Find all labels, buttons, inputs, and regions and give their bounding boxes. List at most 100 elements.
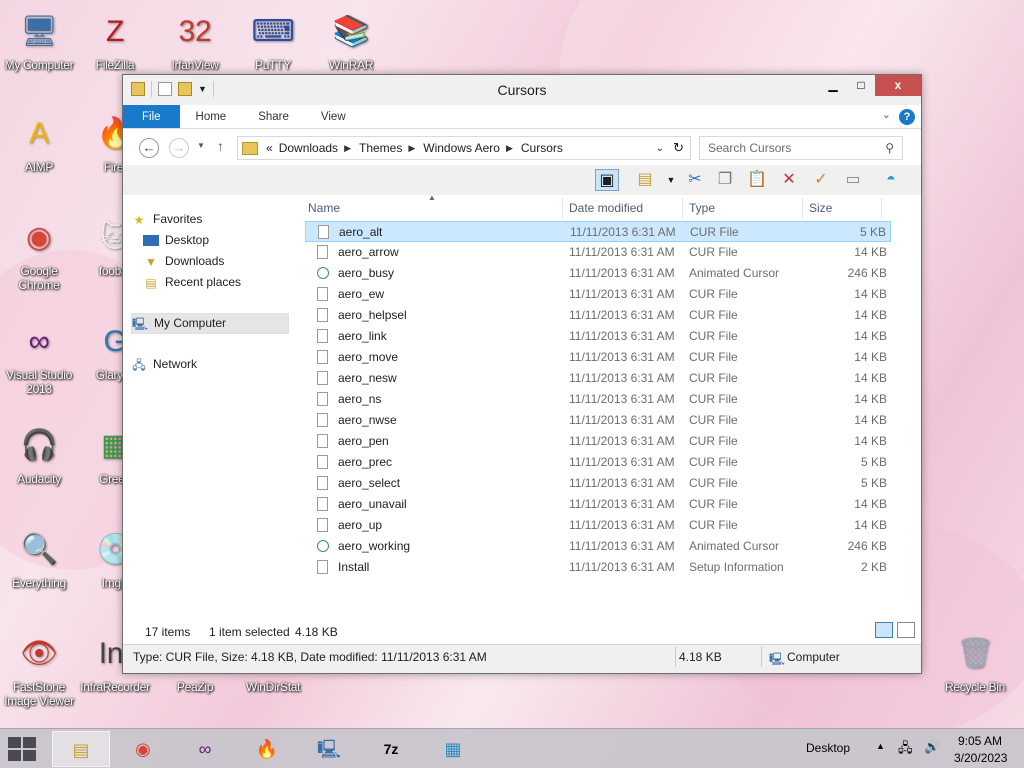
search-input[interactable]: Search Cursors ⚲ bbox=[699, 136, 903, 160]
taskbar-firefox[interactable]: 🔥 bbox=[238, 731, 296, 767]
delete-icon[interactable]: ✕ bbox=[777, 169, 801, 191]
column-header-date[interactable]: Date modified bbox=[569, 201, 643, 215]
column-header-type[interactable]: Type bbox=[689, 201, 715, 215]
table-row[interactable]: aero_pen 11/11/2013 6:31 AM CUR File 14 KB bbox=[305, 431, 891, 452]
divider[interactable] bbox=[881, 198, 882, 218]
desktop-icon-aimp[interactable]: A AIMP bbox=[0, 110, 78, 174]
table-row[interactable]: aero_arrow 11/11/2013 6:31 AM CUR File 14 K… bbox=[305, 242, 891, 263]
table-row[interactable]: aero_alt 11/11/2013 6:31 AM CUR File 5 KB bbox=[305, 221, 891, 242]
refresh-icon[interactable]: ↻ bbox=[673, 140, 684, 156]
properties-folder-icon[interactable]: ▤ bbox=[633, 169, 657, 191]
title-bar[interactable]: ▼ Cursors ▁ □ x bbox=[123, 75, 921, 105]
breadcrumb-windows-aero[interactable]: Windows Aero bbox=[423, 141, 500, 155]
desktop-icon-google-chrome[interactable]: ◉ Google Chrome bbox=[0, 214, 78, 292]
desktop-icon-winrar[interactable]: 📚 WinRAR bbox=[312, 8, 390, 72]
volume-icon[interactable]: 🔊 bbox=[924, 739, 940, 755]
table-row[interactable]: aero_select 11/11/2013 6:31 AM CUR File 5 K… bbox=[305, 473, 891, 494]
divider[interactable] bbox=[682, 198, 683, 218]
close-button[interactable]: x bbox=[875, 75, 921, 96]
checkmark-icon[interactable]: ✓ bbox=[809, 169, 833, 191]
shell-icon[interactable]: ◓ bbox=[879, 169, 903, 191]
taskbar-control-panel[interactable]: ▦ bbox=[424, 731, 482, 767]
minimize-button[interactable]: ▁ bbox=[819, 75, 847, 96]
chevron-down-icon[interactable]: ⌄ bbox=[656, 143, 664, 154]
table-row[interactable]: aero_ew 11/11/2013 6:31 AM CUR File 14 KB bbox=[305, 284, 891, 305]
breadcrumb-cursors[interactable]: Cursors bbox=[521, 141, 563, 155]
clock-date[interactable]: 3/20/2023 bbox=[954, 751, 1007, 765]
desktop-icon-putty[interactable]: ⌨ PuTTY bbox=[234, 8, 312, 72]
large-icons-view-button[interactable] bbox=[897, 622, 915, 638]
chevron-right-icon[interactable]: ▶ bbox=[408, 143, 415, 154]
table-row[interactable]: aero_nwse 11/11/2013 6:31 AM CUR File 14 KB bbox=[305, 410, 891, 431]
desktop-icon-recycle-bin[interactable]: 🗑 Recycle Bin bbox=[936, 630, 1014, 694]
network-icon[interactable]: 🖧 bbox=[898, 739, 913, 761]
tray-overflow-icon[interactable]: ▲ bbox=[876, 741, 885, 751]
breadcrumb-downloads[interactable]: Downloads bbox=[279, 141, 338, 155]
nav-downloads[interactable]: ▼ Downloads bbox=[131, 251, 289, 272]
desktop-icon-audacity[interactable]: 🎧 Audacity bbox=[0, 422, 78, 486]
tab-view[interactable]: View bbox=[305, 105, 362, 128]
taskbar-7zip[interactable]: 7z bbox=[362, 731, 420, 767]
taskbar-explorer[interactable]: ▤ bbox=[52, 731, 110, 767]
preview-pane-icon[interactable]: ▣ bbox=[595, 169, 619, 191]
desktop-icon-label: FastStone Image Viewer bbox=[4, 680, 74, 708]
table-row[interactable]: Install 11/11/2013 6:31 AM Setup Informati… bbox=[305, 557, 891, 578]
tab-file[interactable]: File bbox=[123, 105, 180, 128]
nav-favorites[interactable]: ★ Favorites bbox=[131, 209, 289, 230]
tab-share[interactable]: Share bbox=[242, 105, 305, 128]
details-size: 4.18 KB bbox=[679, 650, 722, 664]
breadcrumb-overflow[interactable]: « bbox=[266, 141, 273, 155]
file-size: 5 KB bbox=[859, 225, 886, 239]
recent-locations-icon[interactable]: ▼ bbox=[197, 141, 205, 150]
help-button[interactable]: ? bbox=[899, 109, 915, 125]
desktop-toolbar-label[interactable]: Desktop bbox=[806, 741, 850, 755]
copy-icon[interactable]: ❐ bbox=[713, 169, 737, 191]
taskbar-computer[interactable]: 🖳 bbox=[300, 731, 358, 767]
cut-icon[interactable]: ✂ bbox=[683, 169, 707, 191]
taskbar-chrome[interactable]: ◉ bbox=[114, 731, 172, 767]
nav-my-computer[interactable]: 🖳 My Computer bbox=[131, 313, 289, 334]
back-button[interactable]: ← bbox=[139, 138, 159, 158]
column-header-name[interactable]: Name bbox=[308, 201, 340, 215]
chevron-down-icon[interactable]: ▼ bbox=[659, 169, 683, 191]
table-row[interactable]: aero_helpsel 11/11/2013 6:31 AM CUR File 14… bbox=[305, 305, 891, 326]
chevron-right-icon[interactable]: ▶ bbox=[506, 143, 513, 154]
table-row[interactable]: aero_working 11/11/2013 6:31 AM Animated C… bbox=[305, 536, 891, 557]
table-row[interactable]: aero_up 11/11/2013 6:31 AM CUR File 14 KB bbox=[305, 515, 891, 536]
explorer-window[interactable]: ▼ Cursors ▁ □ x File Home Share View ⌄ ?… bbox=[122, 74, 922, 674]
start-button[interactable] bbox=[8, 737, 38, 761]
desktop-icon-faststone-image-viewer[interactable]: 👁 FastStone Image Viewer bbox=[0, 630, 78, 708]
table-row[interactable]: aero_link 11/11/2013 6:31 AM CUR File 14 KB bbox=[305, 326, 891, 347]
table-row[interactable]: aero_move 11/11/2013 6:31 AM CUR File 14 KB bbox=[305, 347, 891, 368]
nav-network[interactable]: 🖧 Network bbox=[131, 354, 289, 375]
desktop-icon-irfanview[interactable]: 32 IrfanView bbox=[156, 8, 234, 72]
forward-button[interactable]: → bbox=[169, 138, 189, 158]
desktop-icon-visual-studio-2013[interactable]: ∞ Visual Studio 2013 bbox=[0, 318, 78, 396]
table-row[interactable]: aero_nesw 11/11/2013 6:31 AM CUR File 14 KB bbox=[305, 368, 891, 389]
paste-icon[interactable]: 📋 bbox=[745, 169, 769, 191]
divider[interactable] bbox=[562, 198, 563, 218]
file-type: CUR File bbox=[689, 392, 738, 406]
table-row[interactable]: aero_prec 11/11/2013 6:31 AM CUR File 5 KB bbox=[305, 452, 891, 473]
desktop-icon-everything[interactable]: 🔍 Everything bbox=[0, 526, 78, 590]
desktop-icon-filezilla[interactable]: Z FileZilla bbox=[76, 8, 154, 72]
details-view-button[interactable] bbox=[875, 622, 893, 638]
desktop-icon-my-computer[interactable]: 🖥 My Computer bbox=[0, 8, 78, 72]
expand-ribbon-icon[interactable]: ⌄ bbox=[882, 108, 891, 121]
nav-recent-places[interactable]: ▤ Recent places bbox=[131, 272, 289, 293]
chevron-right-icon[interactable]: ▶ bbox=[344, 143, 351, 154]
table-row[interactable]: aero_unavail 11/11/2013 6:31 AM CUR File 14… bbox=[305, 494, 891, 515]
nav-desktop[interactable]: Desktop bbox=[131, 230, 289, 251]
address-bar[interactable]: « Downloads ▶ Themes ▶ Windows Aero ▶ Cu… bbox=[237, 136, 691, 160]
tab-home[interactable]: Home bbox=[180, 105, 243, 128]
divider[interactable] bbox=[802, 198, 803, 218]
table-row[interactable]: aero_busy 11/11/2013 6:31 AM Animated Curs… bbox=[305, 263, 891, 284]
breadcrumb-themes[interactable]: Themes bbox=[359, 141, 402, 155]
rename-icon[interactable]: ▭ bbox=[841, 169, 865, 191]
maximize-button[interactable]: □ bbox=[847, 75, 875, 96]
table-row[interactable]: aero_ns 11/11/2013 6:31 AM CUR File 14 KB bbox=[305, 389, 891, 410]
up-arrow-icon[interactable]: ↑ bbox=[217, 138, 224, 154]
column-header-size[interactable]: Size bbox=[809, 201, 832, 215]
clock-time[interactable]: 9:05 AM bbox=[958, 734, 1002, 748]
taskbar-visual-studio[interactable]: ∞ bbox=[176, 731, 234, 767]
